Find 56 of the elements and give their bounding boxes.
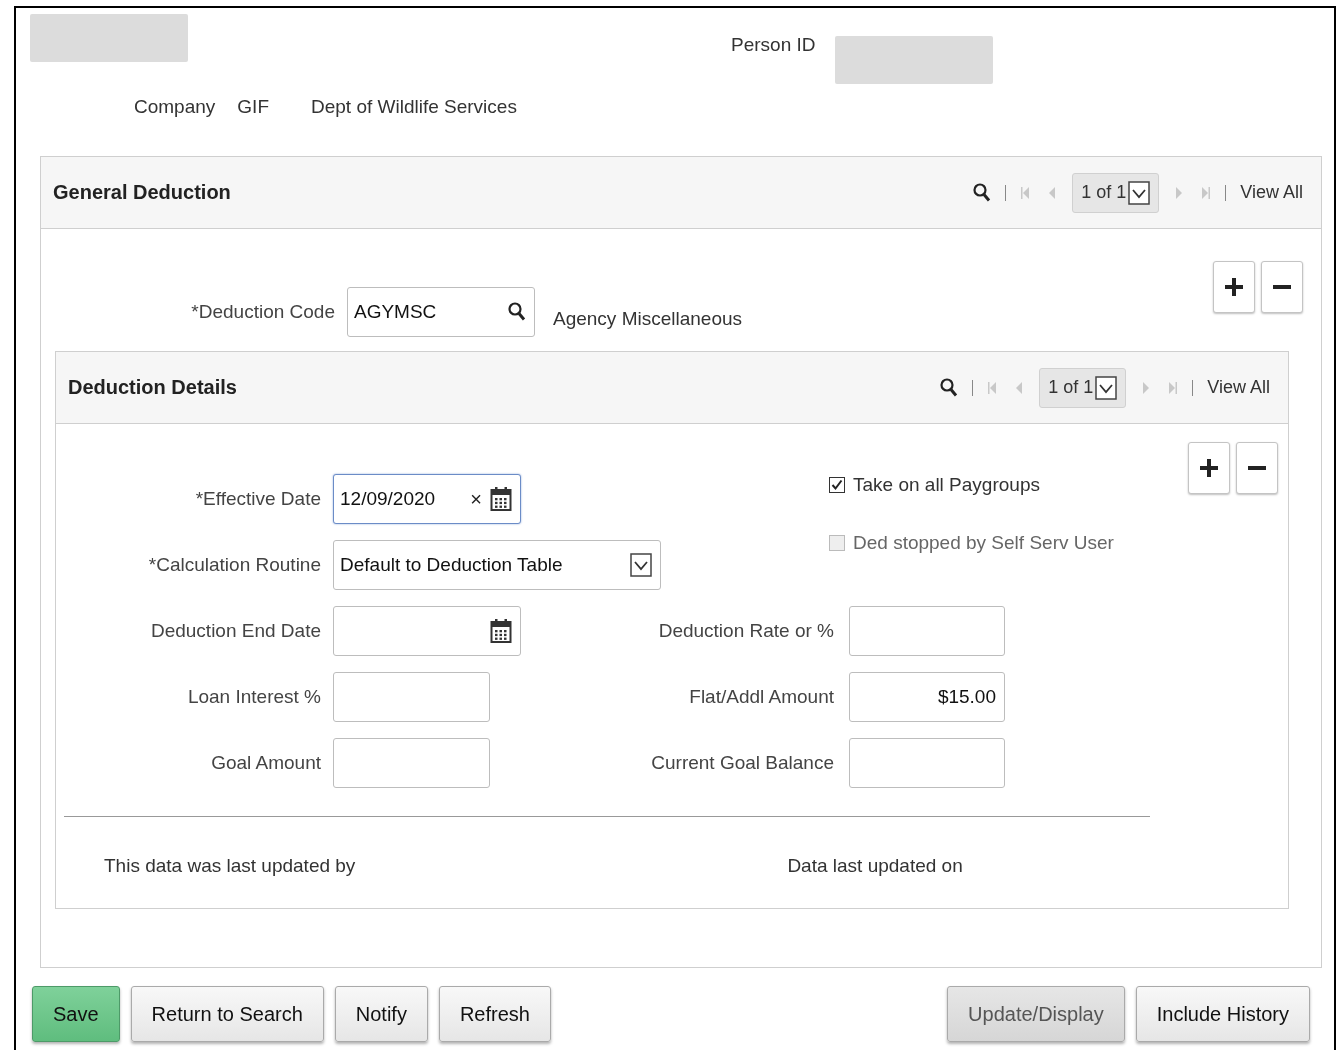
action-button[interactable]: Notify bbox=[334, 986, 428, 1042]
updated-by-label: This data was last updated by bbox=[104, 855, 356, 877]
field-label: Flat/Addl Amount bbox=[689, 686, 834, 708]
search-icon[interactable] bbox=[940, 377, 959, 398]
minus-icon bbox=[1247, 466, 1267, 470]
checkbox[interactable] bbox=[829, 477, 845, 493]
company-label: Company bbox=[134, 96, 216, 118]
action-button[interactable]: Save bbox=[32, 986, 120, 1042]
add-row-button[interactable] bbox=[1188, 442, 1230, 494]
dropdown-icon bbox=[1095, 375, 1118, 400]
minus-icon bbox=[1272, 285, 1292, 289]
checkbox-label: Ded stopped by Self Serv User bbox=[853, 532, 1114, 554]
dropdown-icon bbox=[1128, 180, 1151, 205]
clear-icon[interactable]: × bbox=[470, 487, 482, 511]
lookup-field[interactable]: AGYMSC bbox=[347, 287, 535, 337]
add-row-button[interactable] bbox=[1213, 261, 1255, 313]
select-field[interactable]: Default to Deduction Table bbox=[333, 540, 661, 590]
field-description: Agency Miscellaneous bbox=[553, 308, 743, 330]
section-title: Deduction Details bbox=[68, 376, 237, 399]
field-label: *Deduction Code bbox=[190, 301, 335, 323]
person-id-label: Person ID bbox=[731, 34, 816, 56]
dropdown-icon bbox=[630, 553, 652, 577]
company-code: GIF bbox=[237, 96, 269, 118]
view-all-link[interactable]: View All bbox=[1207, 377, 1270, 398]
plus-icon bbox=[1224, 277, 1244, 297]
date-field[interactable] bbox=[333, 606, 521, 656]
action-button[interactable]: Refresh bbox=[438, 986, 551, 1042]
checkbox-label: Take on all Paygroups bbox=[853, 474, 1040, 496]
text-field[interactable] bbox=[849, 606, 1005, 656]
search-icon[interactable] bbox=[973, 182, 992, 203]
text-field[interactable] bbox=[333, 672, 490, 722]
plus-icon bbox=[1199, 458, 1219, 478]
action-button[interactable]: Return to Search bbox=[130, 986, 324, 1042]
updated-on-label: Data last updated on bbox=[787, 855, 963, 877]
page-selector[interactable]: 1 of 1 bbox=[1039, 367, 1127, 408]
field-label: *Calculation Routine bbox=[148, 554, 321, 576]
field-label: Deduction Rate or % bbox=[658, 620, 834, 642]
delete-row-button[interactable] bbox=[1236, 442, 1278, 494]
action-button[interactable]: Include History bbox=[1135, 986, 1310, 1042]
text-field[interactable]: $15.00 bbox=[849, 672, 1005, 722]
field-label: Goal Amount bbox=[211, 752, 321, 774]
calendar-icon[interactable] bbox=[490, 618, 512, 644]
section-title: General Deduction bbox=[53, 181, 231, 204]
field-label: Loan Interest % bbox=[187, 686, 321, 708]
view-all-link[interactable]: View All bbox=[1240, 182, 1303, 203]
field-label: Deduction End Date bbox=[150, 620, 321, 642]
calendar-icon[interactable] bbox=[490, 486, 512, 512]
field-label: *Effective Date bbox=[195, 488, 321, 510]
date-field[interactable]: 12/09/2020 × bbox=[333, 474, 521, 524]
search-icon bbox=[508, 302, 526, 322]
company-name: Dept of Wildlife Services bbox=[311, 96, 517, 118]
field-label: Current Goal Balance bbox=[651, 752, 834, 774]
text-field[interactable] bbox=[333, 738, 490, 788]
page-selector[interactable]: 1 of 1 bbox=[1072, 172, 1160, 213]
delete-row-button[interactable] bbox=[1261, 261, 1303, 313]
text-field[interactable] bbox=[849, 738, 1005, 788]
